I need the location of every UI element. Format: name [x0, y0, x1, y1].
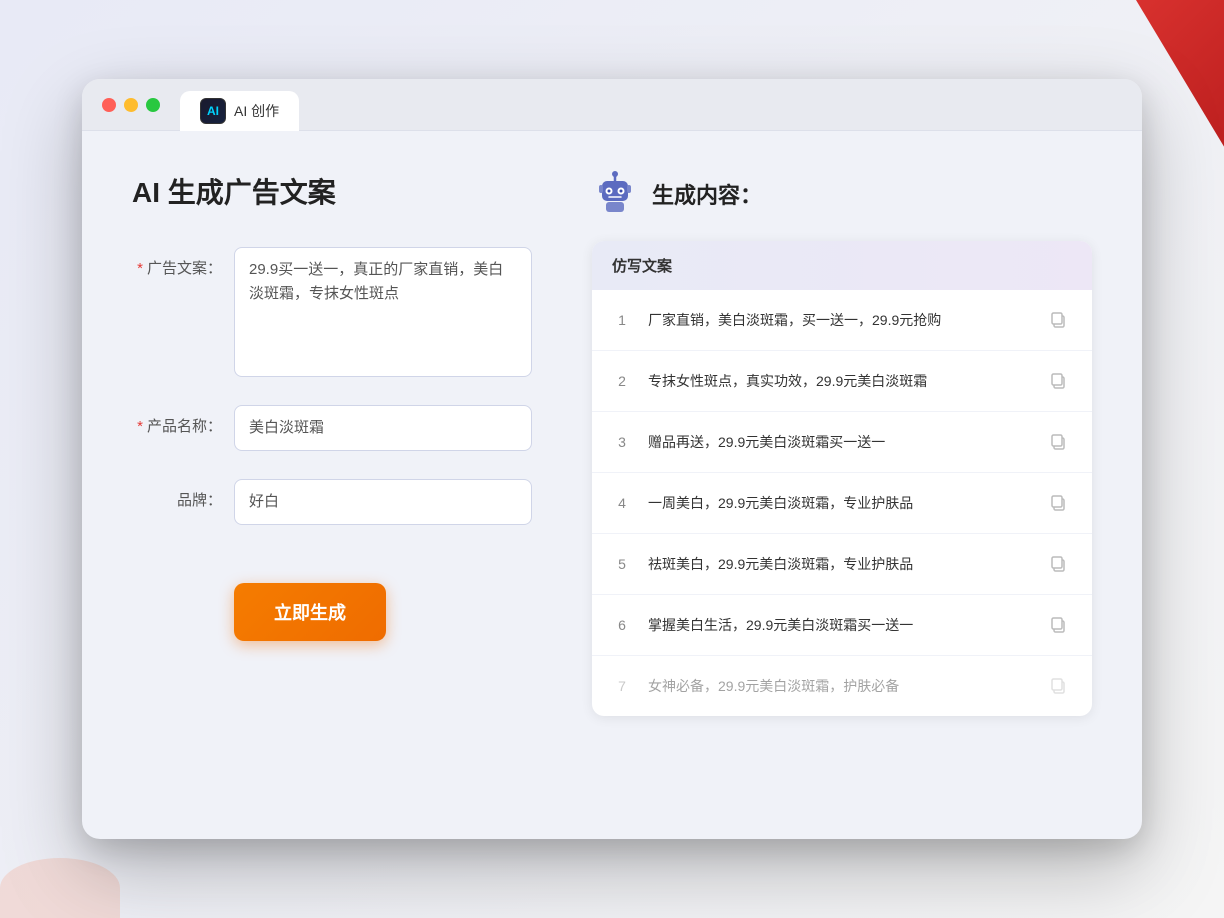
maximize-button[interactable]: [146, 98, 160, 112]
copy-icon[interactable]: [1044, 489, 1072, 517]
copy-icon[interactable]: [1044, 672, 1072, 700]
row-text: 一周美白，29.9元美白淡斑霜，专业护肤品: [648, 493, 1028, 514]
close-button[interactable]: [102, 98, 116, 112]
result-row: 2 专抹女性斑点，真实功效，29.9元美白淡斑霜: [592, 351, 1092, 412]
row-number: 2: [612, 373, 632, 389]
product-name-label: 产品名称：: [132, 405, 222, 436]
row-text: 专抹女性斑点，真实功效，29.9元美白淡斑霜: [648, 371, 1028, 392]
ad-copy-input[interactable]: [234, 247, 532, 377]
traffic-lights: [102, 98, 160, 112]
copy-icon[interactable]: [1044, 306, 1072, 334]
result-row: 6 掌握美白生活，29.9元美白淡斑霜买一送一: [592, 595, 1092, 656]
row-number: 4: [612, 495, 632, 511]
results-container: 仿写文案 1 厂家直销，美白淡斑霜，买一送一，29.9元抢购 2 专抹女性斑点，…: [592, 241, 1092, 716]
result-row: 3 赠品再送，29.9元美白淡斑霜买一送一: [592, 412, 1092, 473]
right-panel: 生成内容： 仿写文案 1 厂家直销，美白淡斑霜，买一送一，29.9元抢购 2 专…: [592, 171, 1092, 799]
bottom-decoration: [0, 858, 120, 918]
brand-input[interactable]: [234, 479, 532, 525]
left-panel: AI 生成广告文案 广告文案： 产品名称： 品牌： 立即生成: [132, 171, 532, 799]
right-header: 生成内容：: [592, 171, 1092, 217]
row-number: 6: [612, 617, 632, 633]
copy-icon[interactable]: [1044, 367, 1072, 395]
ad-copy-label: 广告文案：: [132, 247, 222, 278]
results-header: 仿写文案: [592, 241, 1092, 290]
row-text: 掌握美白生活，29.9元美白淡斑霜买一送一: [648, 615, 1028, 636]
result-row: 7 女神必备，29.9元美白淡斑霜，护肤必备: [592, 656, 1092, 716]
row-number: 3: [612, 434, 632, 450]
product-name-input[interactable]: [234, 405, 532, 451]
result-row: 4 一周美白，29.9元美白淡斑霜，专业护肤品: [592, 473, 1092, 534]
product-name-group: 产品名称：: [132, 405, 532, 451]
browser-window: AI AI 创作 AI 生成广告文案 广告文案： 产品名称： 品牌：: [82, 79, 1142, 839]
right-panel-title: 生成内容：: [652, 178, 762, 210]
copy-icon[interactable]: [1044, 550, 1072, 578]
content-area: AI 生成广告文案 广告文案： 产品名称： 品牌： 立即生成: [82, 131, 1142, 839]
ai-logo-icon: AI: [200, 98, 226, 124]
tab-label: AI 创作: [234, 101, 279, 121]
browser-tab[interactable]: AI AI 创作: [180, 91, 299, 131]
page-title: AI 生成广告文案: [132, 171, 532, 211]
brand-label: 品牌：: [132, 479, 222, 510]
row-text: 女神必备，29.9元美白淡斑霜，护肤必备: [648, 676, 1028, 697]
brand-group: 品牌：: [132, 479, 532, 525]
result-row: 1 厂家直销，美白淡斑霜，买一送一，29.9元抢购: [592, 290, 1092, 351]
row-text: 祛斑美白，29.9元美白淡斑霜，专业护肤品: [648, 554, 1028, 575]
robot-icon: [592, 171, 638, 217]
result-row: 5 祛斑美白，29.9元美白淡斑霜，专业护肤品: [592, 534, 1092, 595]
row-number: 5: [612, 556, 632, 572]
row-text: 赠品再送，29.9元美白淡斑霜买一送一: [648, 432, 1028, 453]
minimize-button[interactable]: [124, 98, 138, 112]
ad-copy-group: 广告文案：: [132, 247, 532, 377]
copy-icon[interactable]: [1044, 611, 1072, 639]
title-bar: AI AI 创作: [82, 79, 1142, 131]
copy-icon[interactable]: [1044, 428, 1072, 456]
generate-button[interactable]: 立即生成: [234, 583, 386, 641]
row-number: 1: [612, 312, 632, 328]
row-number: 7: [612, 678, 632, 694]
row-text: 厂家直销，美白淡斑霜，买一送一，29.9元抢购: [648, 310, 1028, 331]
